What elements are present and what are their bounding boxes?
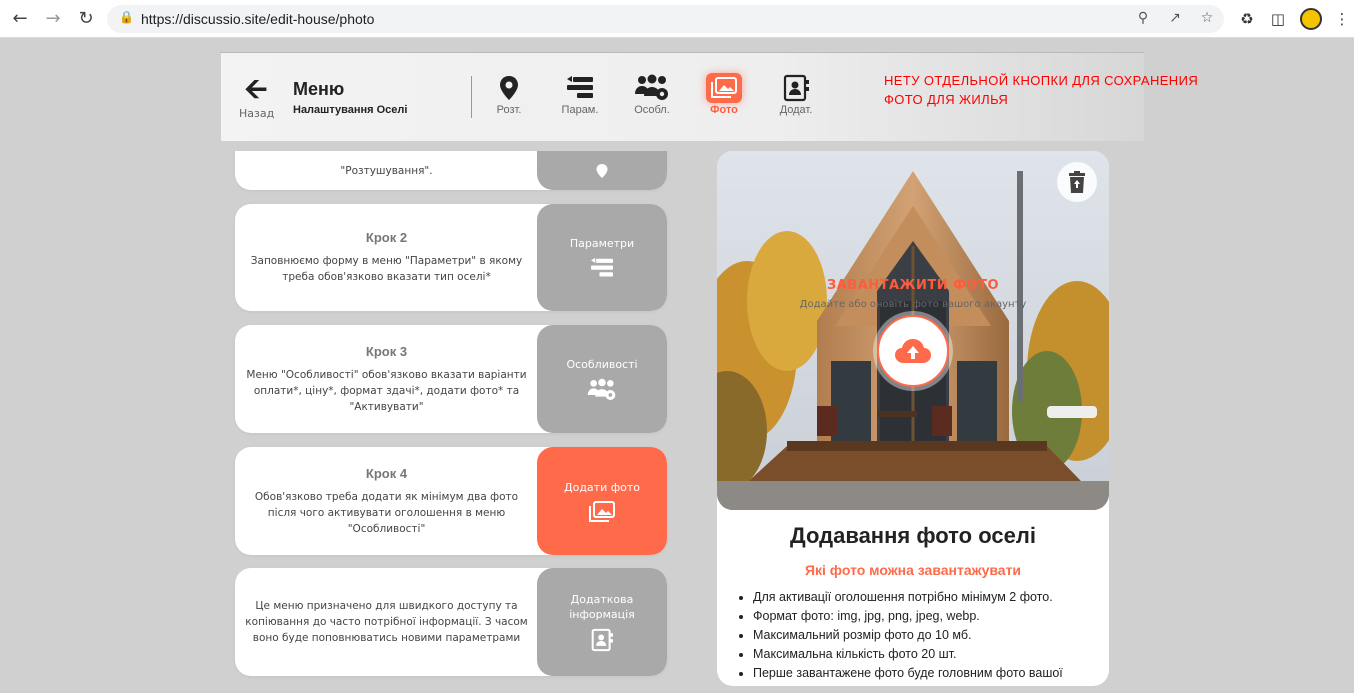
features-icon xyxy=(622,73,682,103)
step-3-side-button[interactable]: Особливості xyxy=(537,325,667,433)
back-label: Назад xyxy=(239,107,275,120)
step-4-title: Крок 4 xyxy=(365,465,408,481)
step-card-3: Крок 3 Меню "Особливості" обов'язково вк… xyxy=(235,325,667,433)
address-bar[interactable]: 🔒 https://discussio.site/edit-house/phot… xyxy=(107,5,1224,33)
step-2-side-label: Параметри xyxy=(569,237,635,250)
step-5-side-label: Додаткова інформація xyxy=(569,593,635,621)
more-menu-icon[interactable]: ⋮ xyxy=(1332,9,1352,29)
step-2-title: Крок 2 xyxy=(365,230,408,245)
upload-subtitle: Додайте або оновіть фото вашого акаунту xyxy=(799,299,1027,310)
features-icon xyxy=(587,378,616,400)
step-card-5: Це меню призначено для швидкого доступу … xyxy=(235,568,667,676)
photos-icon xyxy=(706,73,742,103)
settings-header: 🡨 Назад Меню Налаштування Оселі Розт. Па… xyxy=(221,53,1198,141)
bookmark-star-icon[interactable]: ☆ xyxy=(1197,10,1217,28)
map-pin-icon xyxy=(596,164,608,178)
photos-icon xyxy=(589,500,615,522)
list-item: Максимальна кількість фото 20 шт. xyxy=(753,645,1109,664)
nav-photos[interactable]: Фото xyxy=(694,73,754,116)
back-icon: 🡨 xyxy=(244,72,268,105)
back-arrow-icon[interactable]: ← xyxy=(9,8,31,30)
step-1-side-button[interactable] xyxy=(537,151,667,190)
photo-rules-list: Для активації оголошення потрібно мініму… xyxy=(753,588,1109,683)
url-text[interactable]: https://discussio.site/edit-house/photo xyxy=(141,11,374,27)
upload-title: ЗАВАНТАЖИТИ ФОТО xyxy=(826,278,999,293)
back-button[interactable]: 🡨 Назад xyxy=(239,72,275,121)
list-item: Для активації оголошення потрібно мініму… xyxy=(753,588,1109,607)
share-icon[interactable]: ↗ xyxy=(1165,10,1185,28)
nav-parameters[interactable]: Парам. xyxy=(550,73,610,116)
step-3-side-label: Особливості xyxy=(566,357,638,371)
nav-photos-label: Фото xyxy=(710,104,738,116)
cloud-upload-icon xyxy=(895,339,931,363)
map-pin-icon xyxy=(479,73,539,103)
parameters-icon xyxy=(550,73,610,103)
trash-icon xyxy=(1069,171,1085,193)
nav-additional[interactable]: Додат. xyxy=(766,73,826,116)
nav-additional-label: Додат. xyxy=(779,104,813,116)
step-5-side-button[interactable]: Додаткова інформація xyxy=(537,568,667,676)
zoom-icon[interactable]: ⚲ xyxy=(1133,10,1153,28)
header-divider xyxy=(471,76,472,118)
step-5-desc: Це меню призначено для швидкого доступу … xyxy=(245,600,528,644)
contact-book-icon xyxy=(766,73,826,103)
browser-toolbar: ← → ↻ 🔒 https://discussio.site/edit-hous… xyxy=(0,0,1354,38)
nav-features-label: Особл. xyxy=(634,104,670,116)
step-3-desc: Меню "Особливості" обов'язково вказати в… xyxy=(246,368,527,413)
step-4-side-button[interactable]: Додати фото xyxy=(537,447,667,555)
photo-upload-card: ЗАВАНТАЖИТИ ФОТО Додайте або оновіть фот… xyxy=(717,151,1109,686)
delete-photo-button[interactable] xyxy=(1057,162,1097,202)
step-card-2: Крок 2 Заповнюємо форму в меню "Параметр… xyxy=(235,204,667,311)
step-4-desc: Обов'язково треба додати як мінімум два … xyxy=(254,490,519,535)
forward-arrow-icon[interactable]: → xyxy=(42,8,64,30)
nav-parameters-label: Парам. xyxy=(561,104,599,116)
step-3-title: Крок 3 xyxy=(365,343,408,359)
list-item: Формат фото: img, jpg, png, jpeg, webp. xyxy=(753,607,1109,626)
card-title: Додавання фото оселі xyxy=(790,523,1036,548)
profile-avatar[interactable] xyxy=(1300,8,1322,30)
step-1-desc: "Розтушування". xyxy=(340,165,433,177)
parameters-icon xyxy=(591,257,613,277)
lock-icon: 🔒 xyxy=(119,10,134,24)
step-card-1: "Розтушування". xyxy=(235,151,667,190)
steps-list: "Розтушування". Крок 2 Заповнюємо форму … xyxy=(221,151,691,693)
card-subtitle: Які фото можна завантажувати xyxy=(804,562,1022,578)
annotation-note: НЕТУ ОТДЕЛЬНОЙ КНОПКИ ДЛЯ СОХРАНЕНИЯ ФОТ… xyxy=(884,73,1199,107)
list-item: Максимальний розмір фото до 10 мб. xyxy=(753,626,1109,645)
nav-location[interactable]: Розт. xyxy=(479,73,539,116)
nav-features[interactable]: Особл. xyxy=(622,73,682,116)
side-panel-icon[interactable]: ◫ xyxy=(1268,9,1288,29)
menu-subtitle: Налаштування Оселі xyxy=(293,104,408,116)
list-item: Перше завантажене фото буде головним фот… xyxy=(753,664,1109,683)
contact-book-icon xyxy=(591,628,613,652)
reload-icon[interactable]: ↻ xyxy=(75,8,97,30)
step-2-desc: Заповнюємо форму в меню "Параметри" в як… xyxy=(250,255,523,283)
extensions-icon[interactable]: ♻ xyxy=(1237,9,1257,29)
step-card-4: Крок 4 Обов'язково треба додати як мінім… xyxy=(235,447,667,555)
house-photo: ЗАВАНТАЖИТИ ФОТО Додайте або оновіть фот… xyxy=(717,151,1109,510)
step-4-side-label: Додати фото xyxy=(564,480,640,494)
nav-location-label: Розт. xyxy=(496,104,522,116)
upload-photo-button[interactable] xyxy=(877,315,949,387)
menu-title: Меню xyxy=(293,79,345,99)
step-2-side-button[interactable]: Параметри xyxy=(537,204,667,311)
